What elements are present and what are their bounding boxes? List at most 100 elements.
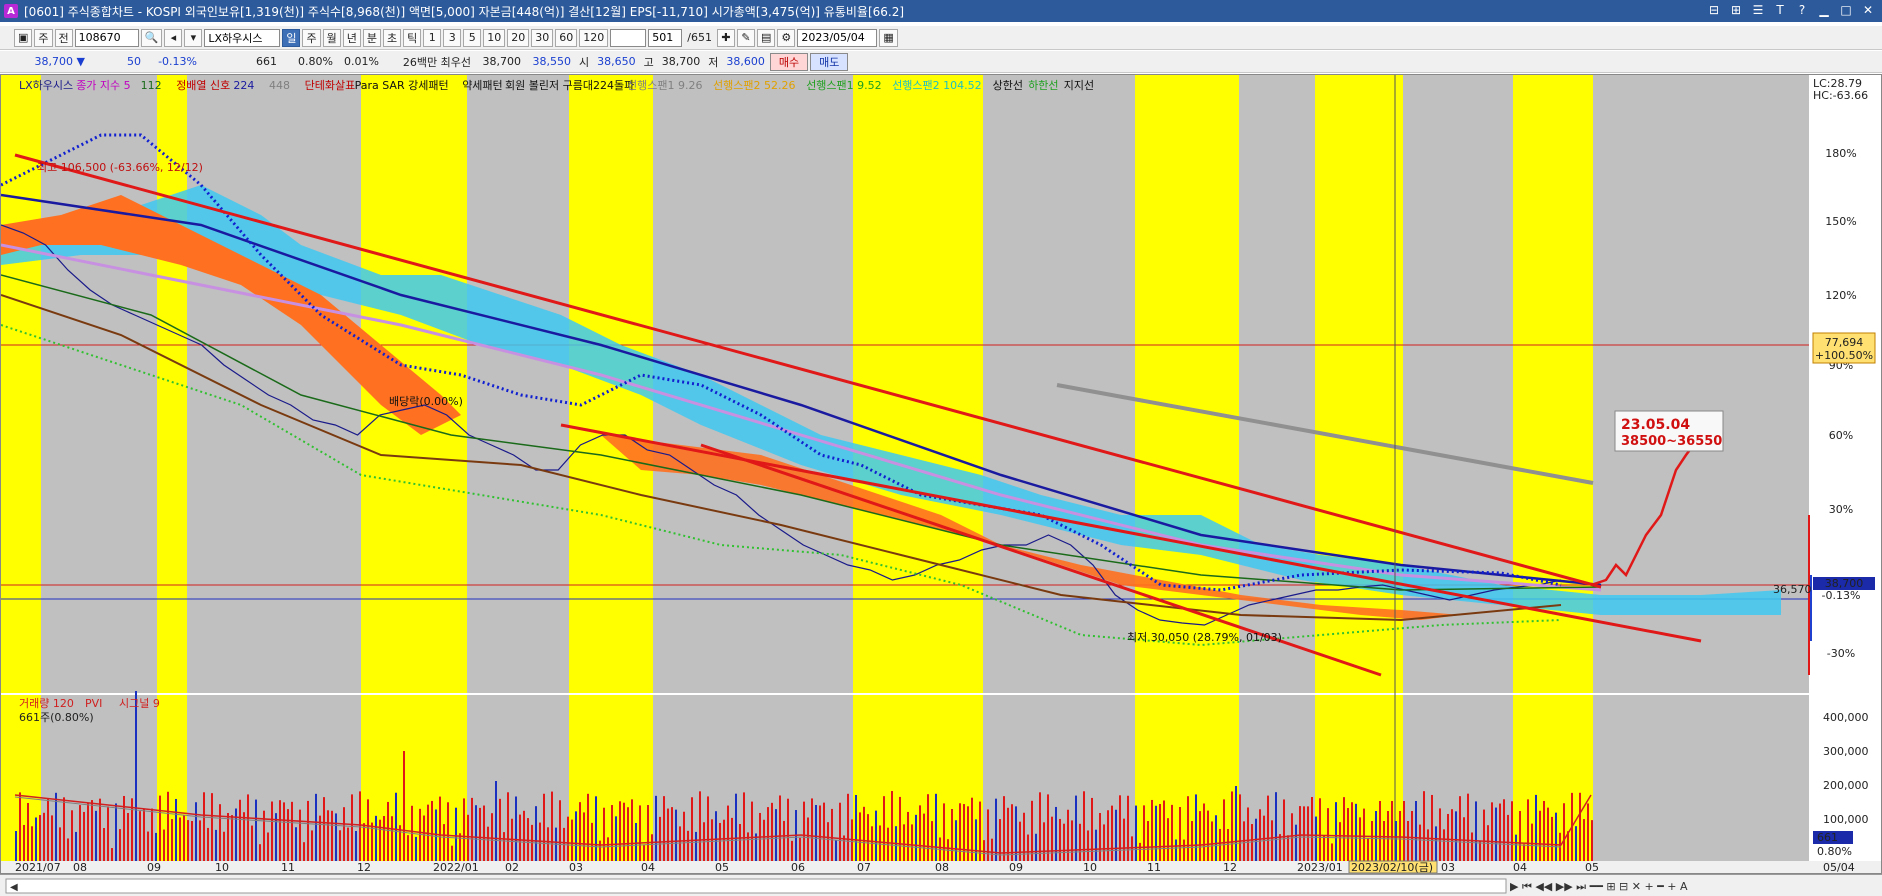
- volume-bar: [1403, 801, 1405, 861]
- interval-120[interactable]: 120: [579, 28, 609, 47]
- volume-bar: [627, 807, 629, 861]
- volume-bar: [1591, 820, 1593, 861]
- settings-icon[interactable]: ⚙: [777, 28, 796, 47]
- volume-bar: [271, 801, 273, 861]
- chart-canvas[interactable]: 180%150%120%90%60%30%-0.13%-30%LC:28.79H…: [1, 75, 1881, 873]
- crosshair-icon[interactable]: ✚: [716, 28, 735, 47]
- prev-button[interactable]: 전: [54, 28, 73, 47]
- period-minute[interactable]: 분: [362, 28, 381, 47]
- tile-icon[interactable]: ⊞: [1728, 2, 1744, 18]
- volume-bar: [863, 806, 865, 861]
- list-icon[interactable]: ☰: [1750, 2, 1766, 18]
- target-range: 38500~36550: [1621, 434, 1722, 449]
- time-axis-label: 2023/02/10(금): [1351, 861, 1433, 873]
- volume-bar: [43, 812, 45, 861]
- volume-legend-item: 시그널 9: [119, 697, 160, 710]
- volume-bar: [163, 829, 165, 861]
- interval-60[interactable]: 60: [555, 28, 578, 47]
- maximize-icon[interactable]: □: [1838, 2, 1854, 18]
- count-input[interactable]: 501: [648, 28, 683, 47]
- volume-bar: [523, 810, 525, 861]
- interval-5[interactable]: 5: [463, 28, 482, 47]
- mode-select[interactable]: 주: [34, 28, 53, 47]
- text-icon[interactable]: T: [1772, 2, 1788, 18]
- stock-code-input[interactable]: 108670: [74, 28, 139, 47]
- volume-bar: [915, 814, 917, 861]
- time-axis-label: 2021/07: [15, 861, 61, 873]
- high-annotation: 최고 106,500 (-63.66%, 12/12): [37, 161, 203, 174]
- volume-bar: [1063, 823, 1065, 861]
- change-percent: -0.13%: [158, 55, 197, 68]
- scroll-bar[interactable]: ◀ ▶ ⏮ ◀◀ ▶▶ ⏭ ━━ ⊞ ⊟ ✕ + ━ + A: [0, 874, 1882, 896]
- period-year[interactable]: 년: [342, 28, 361, 47]
- chevron-down-icon[interactable]: ▾: [184, 28, 203, 47]
- volume-bar: [1455, 811, 1457, 861]
- volume-bar: [583, 812, 585, 861]
- sound-icon[interactable]: ◂: [164, 28, 183, 47]
- volume-bar: [715, 811, 717, 861]
- chart-type-icon[interactable]: ▣: [14, 28, 33, 47]
- high-label: 고: [643, 55, 654, 69]
- interval-10[interactable]: 10: [483, 28, 506, 47]
- volume-bar: [483, 805, 485, 861]
- draw-icon[interactable]: ✎: [736, 28, 755, 47]
- volume-bar: [1515, 834, 1517, 861]
- volume-bar: [1111, 805, 1113, 861]
- volume-bar: [67, 838, 69, 861]
- volume-bar: [443, 824, 445, 861]
- chart-area[interactable]: 180% 150% 120% 90% 60% 30% -0.13% -30% LC:28.79 H…: [0, 74, 1882, 874]
- volume-bar: [635, 822, 637, 861]
- legend-item: 회원 볼린저 구름대224돌파: [505, 79, 634, 92]
- search-icon[interactable]: 🔍: [140, 28, 163, 47]
- layout-icon[interactable]: ⊟: [1706, 2, 1722, 18]
- volume-bar: [1171, 804, 1173, 861]
- interval-1[interactable]: 1: [423, 28, 442, 47]
- sell-button[interactable]: 매도: [810, 52, 849, 71]
- volume-bar: [631, 799, 633, 861]
- volume-bar: [1199, 811, 1201, 861]
- volume-bar: [1327, 808, 1329, 861]
- help-icon[interactable]: ?: [1794, 2, 1810, 18]
- volume-bar: [39, 815, 41, 861]
- volume-bar: [235, 808, 237, 861]
- volume-bar: [1503, 799, 1505, 861]
- period-tick[interactable]: 틱: [403, 28, 422, 47]
- volume-bar: [1555, 812, 1557, 861]
- volume-bar: [1187, 796, 1189, 861]
- calendar-icon[interactable]: ▦: [879, 28, 898, 47]
- save-icon[interactable]: ▤: [756, 28, 776, 47]
- volume-bar: [1463, 817, 1465, 861]
- period-day[interactable]: 일: [282, 28, 301, 47]
- volume-bar: [935, 793, 937, 861]
- interval-30[interactable]: 30: [531, 28, 554, 47]
- period-second[interactable]: 초: [382, 28, 402, 47]
- volume-bar: [79, 805, 81, 861]
- volume-bar: [83, 811, 85, 861]
- volume-axis-label: 300,000: [1823, 745, 1869, 758]
- volume-bar: [1435, 826, 1437, 861]
- volume-bar: [675, 809, 677, 861]
- volume-bar: [23, 824, 25, 861]
- volume-bar: [287, 809, 289, 861]
- interval-20[interactable]: 20: [507, 28, 530, 47]
- volume-bar: [475, 805, 477, 861]
- period-week[interactable]: 주: [302, 28, 321, 47]
- interval-3[interactable]: 3: [443, 28, 462, 47]
- volume-bar: [303, 842, 305, 861]
- buy-button[interactable]: 매수: [769, 52, 809, 71]
- date-input[interactable]: 2023/05/04: [797, 28, 878, 47]
- custom-interval-input[interactable]: [610, 28, 647, 47]
- volume-bar: [1247, 807, 1249, 861]
- period-month[interactable]: 월: [322, 28, 341, 47]
- forecast-line: [1590, 434, 1702, 587]
- volume-bar: [1043, 822, 1045, 861]
- volume-bar: [591, 822, 593, 861]
- volume-bar: [1339, 822, 1341, 861]
- minimize-icon[interactable]: ▁: [1816, 2, 1832, 18]
- volume-bar: [975, 819, 977, 861]
- volume-bar: [1495, 807, 1497, 861]
- close-icon[interactable]: ✕: [1860, 2, 1876, 18]
- open-label: 시: [579, 55, 590, 69]
- stock-name-field[interactable]: LX하우시스: [204, 28, 281, 47]
- volume-bar: [1535, 794, 1537, 861]
